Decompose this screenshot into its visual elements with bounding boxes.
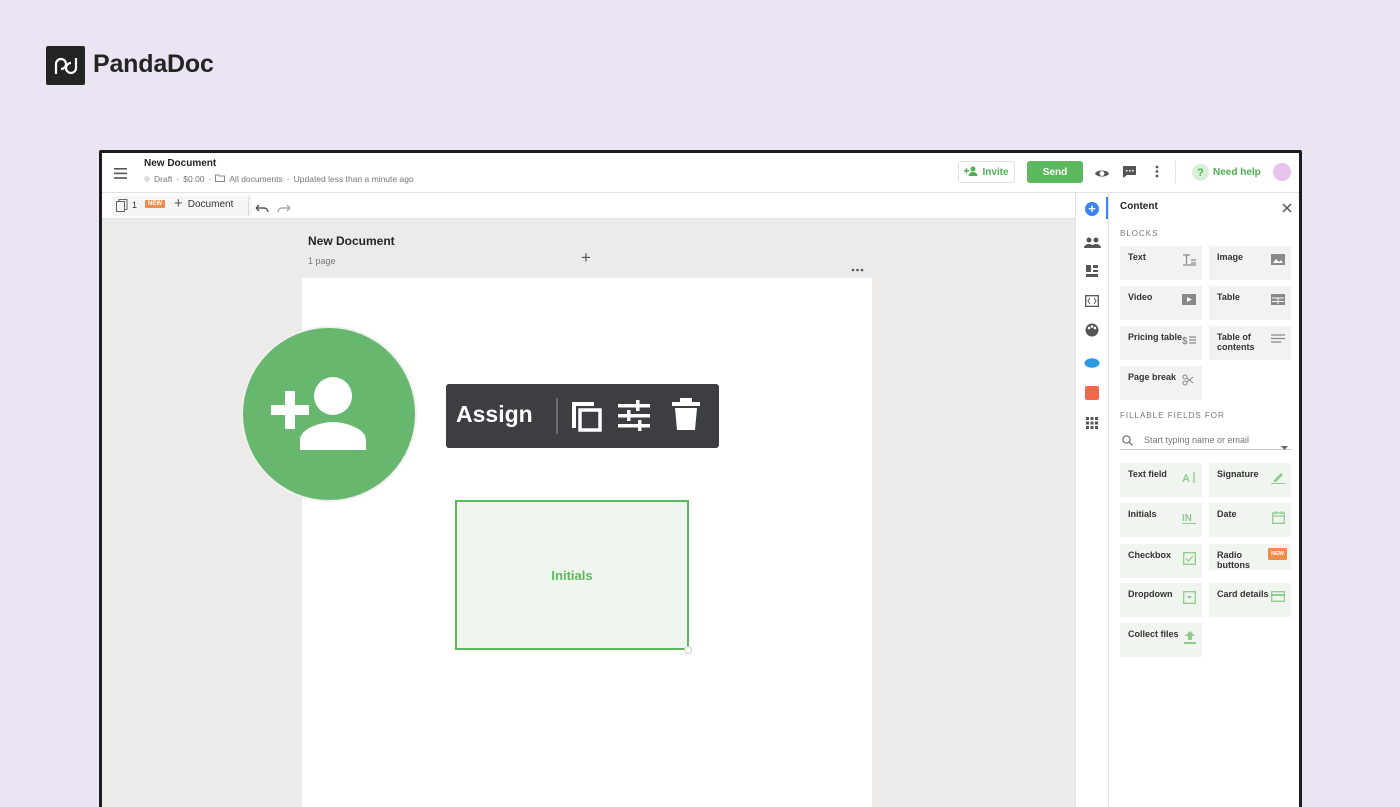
- page-count: 1: [132, 200, 138, 210]
- fields-heading: FILLABLE FIELDS FOR: [1120, 411, 1225, 420]
- checkbox-icon: [1183, 552, 1196, 567]
- send-button[interactable]: Send: [1027, 161, 1083, 183]
- field-signature[interactable]: Signature: [1209, 463, 1291, 497]
- help-button[interactable]: ? Need help: [1192, 164, 1261, 181]
- toc-icon: [1271, 334, 1285, 346]
- pages-icon[interactable]: [116, 199, 128, 217]
- palette-icon[interactable]: [1085, 323, 1099, 342]
- recipients-icon[interactable]: [1084, 235, 1101, 253]
- hamburger-icon[interactable]: [114, 166, 127, 184]
- close-icon[interactable]: [1282, 200, 1292, 218]
- field-card-details[interactable]: Card details: [1209, 583, 1291, 617]
- search-icon: [1122, 433, 1133, 451]
- svg-text:A: A: [1182, 473, 1190, 484]
- page-count-label: 1 page: [308, 256, 336, 266]
- right-icon-rail: +: [1075, 193, 1108, 807]
- editor-toolbar: 1 NEW + Document: [102, 193, 1075, 219]
- canvas-doc-title: New Document: [308, 234, 395, 248]
- text-field-icon: A: [1182, 471, 1196, 486]
- updated-label: Updated less than a minute ago: [293, 174, 414, 184]
- more-vertical-icon[interactable]: [1155, 165, 1159, 183]
- field-date[interactable]: Date: [1209, 503, 1291, 537]
- document-meta: Draft · $0.00 · All documents · Updated …: [144, 174, 414, 184]
- content-panel: Content BLOCKS Text Image Video Table Pr…: [1108, 193, 1299, 807]
- field-text[interactable]: Text field A: [1120, 463, 1202, 497]
- chevron-down-icon: [1281, 437, 1288, 455]
- status-label: Draft: [154, 174, 173, 184]
- assign-toolbar: Assign: [446, 384, 719, 448]
- panel-title: Content: [1120, 201, 1158, 212]
- add-page-icon[interactable]: +: [581, 249, 591, 266]
- card-icon: [1271, 591, 1285, 604]
- apps-grid-icon[interactable]: [1086, 416, 1098, 434]
- resize-handle[interactable]: [684, 646, 692, 654]
- svg-text:$: $: [1182, 336, 1188, 346]
- block-video[interactable]: Video: [1120, 286, 1202, 320]
- add-person-icon[interactable]: [243, 328, 415, 500]
- folder-icon: [215, 174, 226, 184]
- document-title[interactable]: New Document: [144, 158, 216, 169]
- pandadoc-logo-icon: [46, 46, 85, 85]
- new-badge: NEW: [1268, 548, 1287, 560]
- more-horizontal-icon[interactable]: [851, 259, 864, 277]
- scissors-icon: [1182, 374, 1196, 388]
- amount-label: $0.00: [183, 174, 205, 184]
- upload-icon: [1184, 631, 1196, 646]
- calendar-icon: [1272, 511, 1285, 526]
- svg-text:IN: IN: [1182, 513, 1192, 524]
- help-question-icon: ?: [1192, 164, 1209, 181]
- block-image[interactable]: Image: [1209, 246, 1291, 280]
- initials-field[interactable]: Initials: [455, 500, 689, 650]
- block-table[interactable]: Table: [1209, 286, 1291, 320]
- preview-eye-icon[interactable]: [1094, 166, 1110, 184]
- pen-icon: [1271, 471, 1285, 486]
- add-document-button[interactable]: + Document: [174, 195, 233, 212]
- table-icon: [1271, 294, 1285, 307]
- recipient-placeholder: Start typing name or email: [1144, 435, 1250, 445]
- add-content-icon[interactable]: +: [1085, 202, 1099, 216]
- initials-icon: IN: [1182, 511, 1196, 526]
- comments-icon[interactable]: [1122, 165, 1137, 183]
- plus-icon: +: [174, 195, 183, 212]
- field-dropdown[interactable]: Dropdown: [1120, 583, 1202, 617]
- add-person-icon: [964, 166, 978, 179]
- layout-icon[interactable]: [1086, 264, 1098, 282]
- dropdown-icon: [1183, 591, 1196, 606]
- blocks-heading: BLOCKS: [1120, 229, 1159, 238]
- initials-field-label: Initials: [551, 567, 593, 583]
- salesforce-icon[interactable]: [1084, 355, 1100, 373]
- user-avatar[interactable]: [1273, 163, 1291, 181]
- variables-icon[interactable]: [1085, 294, 1099, 312]
- field-checkbox[interactable]: Checkbox: [1120, 544, 1202, 578]
- invite-button[interactable]: Invite: [958, 161, 1015, 183]
- block-table-of-contents[interactable]: Table of contents: [1209, 326, 1291, 360]
- undo-icon[interactable]: [255, 200, 269, 218]
- brand-name: PandaDoc: [93, 50, 214, 78]
- top-bar: New Document Draft · $0.00 · All documen…: [102, 153, 1299, 193]
- trash-icon[interactable]: [672, 398, 700, 437]
- app-window: New Document Draft · $0.00 · All documen…: [99, 150, 1302, 807]
- assign-button[interactable]: Assign: [456, 401, 533, 428]
- duplicate-icon[interactable]: [568, 398, 604, 439]
- redo-icon[interactable]: [277, 200, 291, 218]
- block-pricing-table[interactable]: Pricing table $: [1120, 326, 1202, 360]
- recipient-selector[interactable]: Start typing name or email: [1120, 428, 1292, 450]
- field-collect-files[interactable]: Collect files: [1120, 623, 1202, 657]
- block-text[interactable]: Text: [1120, 246, 1202, 280]
- field-initials[interactable]: Initials IN: [1120, 503, 1202, 537]
- block-page-break[interactable]: Page break: [1120, 366, 1202, 400]
- text-icon: [1182, 254, 1196, 268]
- settings-sliders-icon[interactable]: [618, 399, 650, 438]
- folder-link[interactable]: All documents: [229, 174, 282, 184]
- status-dot-icon: [144, 176, 150, 182]
- pricing-table-icon: $: [1182, 334, 1196, 348]
- video-icon: [1182, 294, 1196, 307]
- hubspot-icon[interactable]: [1085, 386, 1099, 400]
- field-radio-buttons[interactable]: Radio buttons NEW: [1209, 544, 1291, 570]
- image-icon: [1271, 254, 1285, 267]
- new-badge: NEW: [145, 200, 165, 208]
